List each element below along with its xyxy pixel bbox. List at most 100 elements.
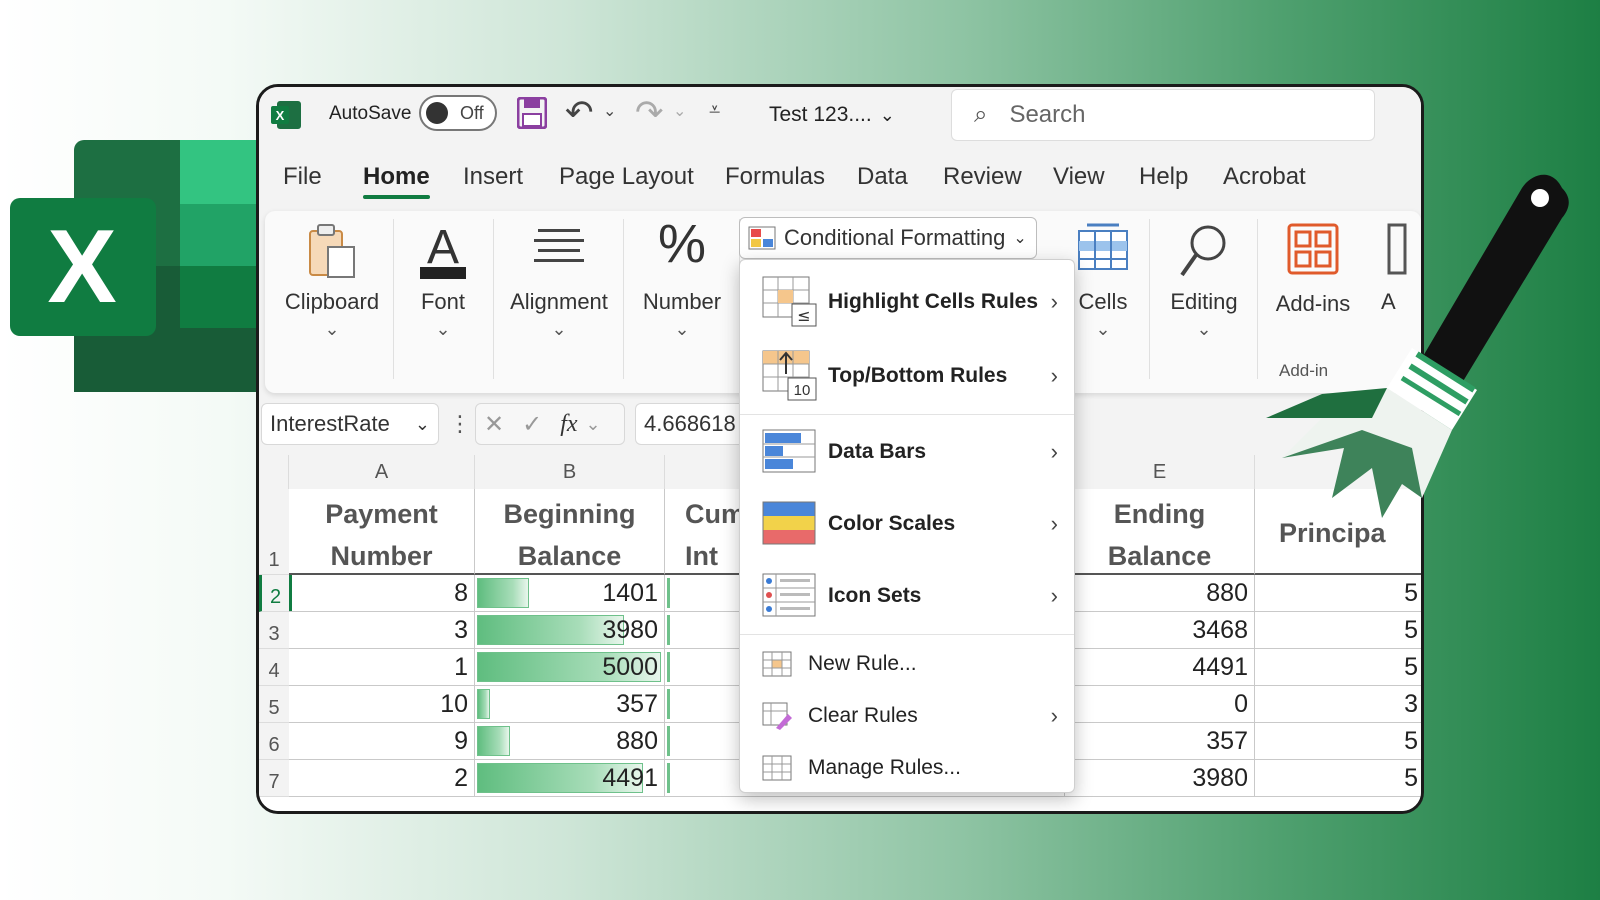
menu-item-data-bars[interactable]: Data Bars › [740,420,1074,484]
header-line: Number [330,541,433,571]
autosave-toggle[interactable]: Off [419,95,497,131]
cancel-icon[interactable]: ✕ [484,410,504,439]
row-header[interactable]: 1 [259,489,289,575]
tab-page-layout[interactable]: Page Layout [559,163,694,191]
tab-review[interactable]: Review [943,163,1022,191]
cell-ending-balance[interactable]: 4491 [1065,649,1255,686]
cell-value: 3468 [1192,615,1248,644]
tab-data[interactable]: Data [857,163,908,191]
undo-icon[interactable]: ↶ [565,93,594,133]
name-box[interactable]: InterestRate ⌄ [261,403,439,445]
row-header[interactable]: 6 [259,723,289,760]
cell-value: 9 [454,726,468,755]
svg-text:X: X [276,108,285,123]
column-header-a[interactable]: A [289,455,475,489]
clipboard-icon [306,223,358,284]
undo-dropdown-icon[interactable]: ⌄ [603,101,616,121]
cell-beginning-balance[interactable]: 357 [475,686,665,723]
conditional-formatting-button[interactable]: Conditional Formatting ⌄ [739,217,1037,259]
cell-payment-number[interactable]: 8 [289,575,475,612]
column-header-e[interactable]: E [1065,455,1255,489]
redo-icon[interactable]: ↷ [635,93,664,133]
menu-item-label: New Rule... [808,652,917,675]
editing-group[interactable]: Editing ⌄ [1153,211,1255,391]
search-icon: ⌕ [974,101,988,128]
header-line: Balance [1107,541,1212,571]
number-group[interactable]: % Number ⌄ [627,211,737,391]
cell-payment-number[interactable]: 2 [289,760,475,797]
tab-file[interactable]: File [283,163,322,191]
cell-payment-number[interactable]: 3 [289,612,475,649]
customize-toolbar-icon[interactable]: ⩡ [709,99,720,122]
title-bar: X AutoSave Off ↶ ⌄ ↷ ⌄ ⩡ Test 123.... ⌄ … [259,87,1421,149]
cell-beginning-balance[interactable]: 880 [475,723,665,760]
cell-ending-balance[interactable]: 3468 [1065,612,1255,649]
menu-item-new-rule[interactable]: New Rule... [740,640,1074,688]
menu-item-clear-rules[interactable]: Clear Rules › [740,692,1074,740]
search-box[interactable]: ⌕ Search [951,89,1375,141]
header-ending-balance[interactable]: Ending Balance [1065,489,1255,575]
cell-ending-balance[interactable]: 0 [1065,686,1255,723]
cell-principal[interactable]: 5 [1255,723,1421,760]
tab-view[interactable]: View [1053,163,1105,191]
cell-beginning-balance[interactable]: 3980 [475,612,665,649]
cell-beginning-balance[interactable]: 4491 [475,760,665,797]
manage-rules-icon [762,755,792,781]
enter-icon[interactable]: ✓ [522,410,542,439]
cell-principal[interactable]: 5 [1255,612,1421,649]
cell-principal[interactable]: 5 [1255,649,1421,686]
cell-ending-balance[interactable]: 3980 [1065,760,1255,797]
cell-value: 10 [440,689,468,718]
row-header[interactable]: 2 [259,575,289,612]
cell-payment-number[interactable]: 10 [289,686,475,723]
redo-dropdown-icon[interactable]: ⌄ [673,101,686,121]
cell-payment-number[interactable]: 1 [289,649,475,686]
cell-beginning-balance[interactable]: 1401 [475,575,665,612]
alignment-group[interactable]: Alignment ⌄ [497,211,621,391]
cell-payment-number[interactable]: 9 [289,723,475,760]
formula-input[interactable]: 4.668618 [635,403,745,445]
more-icon[interactable]: ⋮ [449,411,471,437]
menu-item-label: Icon Sets [828,584,922,607]
row-header[interactable]: 7 [259,760,289,797]
header-line: Balance [517,541,622,571]
menu-item-manage-rules[interactable]: Manage Rules... [740,744,1074,792]
header-payment-number[interactable]: Payment Number [289,489,475,575]
menu-item-color-scales[interactable]: Color Scales › [740,492,1074,556]
font-group[interactable]: A Font ⌄ [395,211,491,391]
conditional-formatting-menu: ≤ Highlight Cells Rules › 10 Top/Bottom … [739,259,1075,793]
cell-beginning-balance[interactable]: 5000 [475,649,665,686]
menu-item-highlight-cells-rules[interactable]: ≤ Highlight Cells Rules › [740,270,1074,334]
color-scales-icon [762,501,816,545]
menu-item-label: Color Scales [828,512,956,535]
cell-value: 3980 [602,615,658,644]
row-header[interactable]: 3 [259,612,289,649]
select-all-corner[interactable] [259,455,289,489]
tab-help[interactable]: Help [1139,163,1188,191]
row-header[interactable]: 5 [259,686,289,723]
icon-sets-icon [762,573,816,617]
file-name[interactable]: Test 123.... ⌄ [769,103,895,127]
cell-principal[interactable]: 5 [1255,760,1421,797]
tab-home[interactable]: Home [363,163,430,199]
cell-principal[interactable]: 5 [1255,575,1421,612]
menu-item-top-bottom-rules[interactable]: 10 Top/Bottom Rules › [740,344,1074,408]
chevron-down-icon: ⌄ [1196,319,1212,339]
cell-principal[interactable]: 3 [1255,686,1421,723]
save-icon[interactable] [517,97,547,129]
formula-value: 4.668618 [644,411,736,436]
fx-icon[interactable]: fx [560,411,577,438]
column-header-b[interactable]: B [475,455,665,489]
menu-item-icon-sets[interactable]: Icon Sets › [740,564,1074,628]
cell-value: 880 [616,726,658,755]
cell-ending-balance[interactable]: 357 [1065,723,1255,760]
tab-formulas[interactable]: Formulas [725,163,825,191]
clipboard-group[interactable]: Clipboard ⌄ [273,211,391,391]
header-beginning-balance[interactable]: Beginning Balance [475,489,665,575]
chevron-down-icon: ⌄ [414,413,430,434]
tab-insert[interactable]: Insert [463,163,523,191]
cell-value: 357 [1206,726,1248,755]
row-header[interactable]: 4 [259,649,289,686]
conditional-formatting-icon [748,226,776,250]
cell-ending-balance[interactable]: 880 [1065,575,1255,612]
